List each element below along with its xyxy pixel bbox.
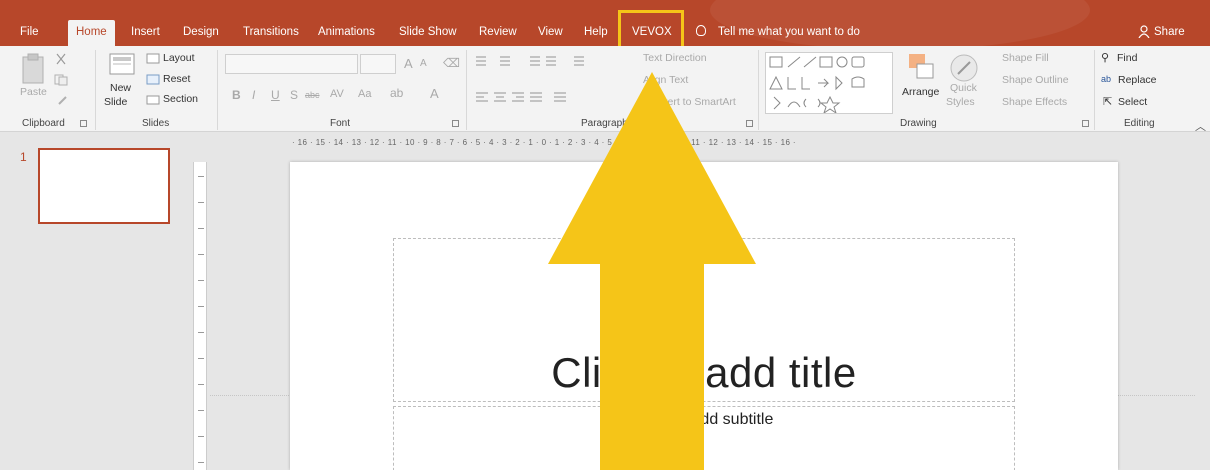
search-icon: ⚲ bbox=[1101, 52, 1110, 64]
ruler-tick bbox=[198, 280, 204, 281]
tab-design[interactable]: Design bbox=[183, 20, 219, 46]
layout-icon bbox=[146, 53, 160, 64]
reset-icon bbox=[146, 74, 160, 85]
vertical-ruler bbox=[193, 162, 207, 470]
cut-icon[interactable] bbox=[54, 52, 68, 66]
cursor-icon: ⇱ bbox=[1103, 96, 1113, 108]
tab-bar: File Home Insert Design Transitions Anim… bbox=[0, 0, 1210, 50]
share-button[interactable]: Share bbox=[1154, 20, 1185, 44]
change-case-button[interactable]: Aa bbox=[358, 88, 371, 100]
clear-format-icon[interactable]: ⌫ bbox=[443, 56, 460, 70]
reset-button[interactable]: Reset bbox=[163, 73, 190, 85]
layout-button[interactable]: Layout bbox=[163, 52, 195, 64]
tell-me-text: Tell me what you want to do bbox=[718, 26, 860, 38]
strikethrough-button[interactable]: abc bbox=[305, 90, 320, 100]
section-button[interactable]: Section bbox=[163, 93, 198, 105]
tell-me-box[interactable]: Tell me what you want to do bbox=[696, 20, 860, 44]
copy-icon[interactable] bbox=[54, 74, 68, 86]
font-launcher[interactable] bbox=[452, 120, 459, 127]
font-name-input[interactable] bbox=[225, 54, 358, 74]
highlight-icon[interactable]: ab bbox=[390, 86, 403, 100]
tab-file[interactable]: File bbox=[20, 20, 39, 46]
ruler-tick bbox=[198, 176, 204, 177]
lightbulb-icon bbox=[696, 25, 706, 36]
tab-slide-show[interactable]: Slide Show bbox=[399, 20, 457, 46]
select-button[interactable]: Select bbox=[1118, 96, 1147, 108]
underline-button[interactable]: U bbox=[271, 88, 280, 102]
paste-label: Paste bbox=[20, 86, 47, 98]
ruler-tick bbox=[198, 254, 204, 255]
ruler-tick bbox=[198, 384, 204, 385]
editing-group-label: Editing bbox=[1124, 118, 1155, 129]
drawing-launcher[interactable] bbox=[1082, 120, 1089, 127]
tab-insert[interactable]: Insert bbox=[131, 20, 160, 46]
text-direction-button[interactable]: Text Direction bbox=[643, 52, 707, 64]
ruler-tick bbox=[198, 202, 204, 203]
quick-styles-icon[interactable] bbox=[948, 52, 980, 84]
drawing-group-label: Drawing bbox=[900, 118, 937, 129]
bold-button[interactable]: B bbox=[232, 88, 241, 102]
shapes-gallery[interactable] bbox=[765, 52, 893, 115]
ruler-tick bbox=[198, 358, 204, 359]
shape-outline-button[interactable]: Shape Outline bbox=[1002, 74, 1069, 86]
char-spacing-button[interactable]: AV bbox=[330, 88, 344, 100]
divider bbox=[1094, 50, 1095, 130]
new-slide-icon[interactable] bbox=[108, 52, 136, 78]
new-slide-label-2[interactable]: Slide bbox=[104, 96, 127, 108]
slide-thumbnail[interactable] bbox=[38, 148, 170, 224]
arrange-icon[interactable] bbox=[907, 52, 937, 82]
tab-view[interactable]: View bbox=[538, 20, 563, 46]
ruler-tick bbox=[198, 462, 204, 463]
tab-help[interactable]: Help bbox=[584, 20, 608, 46]
clipboard-group-label: Clipboard bbox=[22, 118, 65, 129]
font-size-input[interactable] bbox=[360, 54, 396, 74]
list-buttons-icon[interactable] bbox=[474, 54, 614, 68]
new-slide-label[interactable]: New bbox=[110, 82, 131, 94]
person-icon bbox=[1138, 25, 1150, 38]
slide-number: 1 bbox=[20, 150, 27, 164]
divider bbox=[217, 50, 218, 130]
shapes-icon bbox=[769, 56, 865, 115]
shape-fill-button[interactable]: Shape Fill bbox=[1002, 52, 1049, 64]
ruler-tick bbox=[198, 436, 204, 437]
ruler-tick bbox=[198, 306, 204, 307]
shadow-button[interactable]: S bbox=[290, 88, 298, 102]
tab-transitions[interactable]: Transitions bbox=[243, 20, 299, 46]
quick-styles-label[interactable]: Quick bbox=[950, 82, 977, 94]
shrink-font-button[interactable]: A bbox=[420, 58, 427, 69]
tab-review[interactable]: Review bbox=[479, 20, 517, 46]
vevox-highlight-box bbox=[618, 10, 684, 50]
slides-group-label: Slides bbox=[142, 118, 170, 129]
font-group-label: Font bbox=[330, 118, 351, 129]
clipboard-launcher[interactable] bbox=[80, 120, 87, 127]
italic-button[interactable]: I bbox=[252, 88, 255, 102]
font-color-button[interactable]: A bbox=[430, 86, 439, 101]
arrange-button[interactable]: Arrange bbox=[902, 86, 939, 98]
ruler-tick bbox=[198, 332, 204, 333]
divider bbox=[95, 50, 96, 130]
ruler-tick bbox=[198, 228, 204, 229]
divider bbox=[758, 50, 759, 130]
find-button[interactable]: Find bbox=[1117, 52, 1137, 64]
tab-animations[interactable]: Animations bbox=[318, 20, 375, 46]
quick-styles-label-2[interactable]: Styles bbox=[946, 96, 975, 108]
replace-icon: ab bbox=[1101, 74, 1112, 84]
ruler-tick bbox=[198, 410, 204, 411]
collapse-ribbon-icon[interactable]: ︿ bbox=[1195, 118, 1206, 134]
shape-effects-button[interactable]: Shape Effects bbox=[1002, 96, 1067, 108]
section-icon bbox=[146, 95, 160, 105]
grow-font-button[interactable]: A bbox=[404, 56, 413, 71]
paste-icon[interactable] bbox=[20, 52, 50, 86]
tab-home[interactable]: Home bbox=[68, 20, 115, 46]
divider bbox=[466, 50, 467, 130]
up-arrow-icon bbox=[548, 72, 756, 470]
format-painter-icon[interactable] bbox=[56, 94, 70, 106]
replace-button[interactable]: Replace bbox=[1118, 74, 1157, 86]
